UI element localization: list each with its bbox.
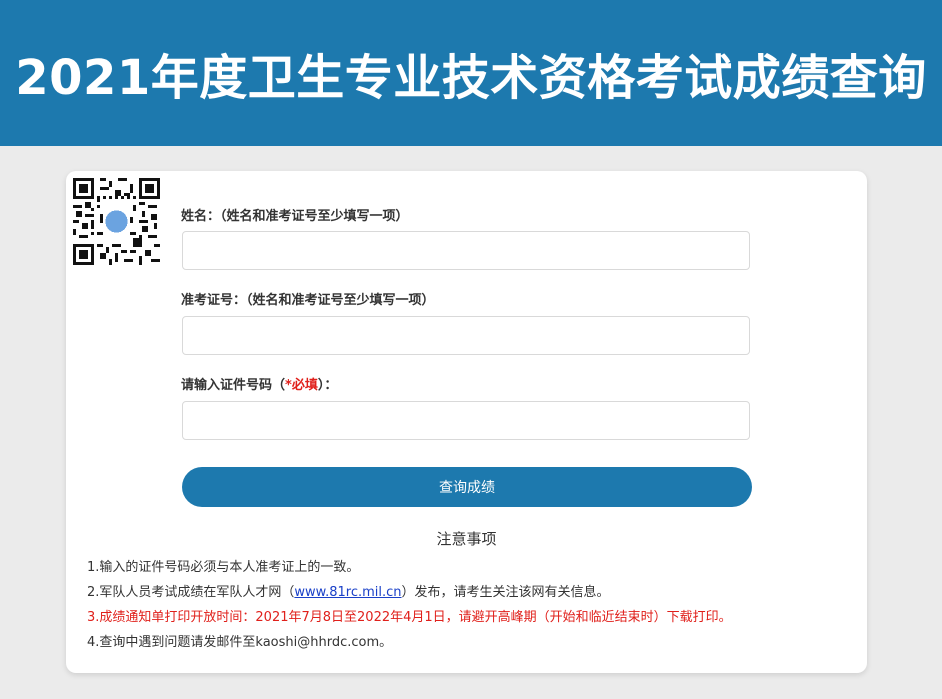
name-label: 姓名：（姓名和准考证号至少填写一项） (181, 209, 409, 224)
id-number-input[interactable] (182, 401, 750, 440)
notice-item-1: 1.输入的证件号码必须与本人准考证上的一致。 (87, 560, 360, 575)
id-number-label: 请输入证件号码（*必填）： (181, 374, 337, 393)
ticket-number-input[interactable] (182, 316, 750, 355)
page-header: 2021年度卫生专业技术资格考试成绩查询 (0, 0, 942, 146)
military-talent-link[interactable]: www.81rc.mil.cn (294, 585, 401, 600)
id-label-suffix: ）： (317, 378, 338, 393)
notice-item-2-prefix: 2.军队人员考试成绩在军队人才网（ (87, 585, 295, 600)
page-title: 2021年度卫生专业技术资格考试成绩查询 (15, 50, 927, 106)
query-score-button[interactable]: 查询成绩 (182, 467, 752, 507)
qr-code-image (73, 178, 160, 265)
qr-code-icon (73, 178, 160, 265)
notice-title: 注意事项 (436, 530, 497, 548)
notice-item-2: 2.军队人员考试成绩在军队人才网（www.81rc.mil.cn）发布，请考生关… (87, 581, 610, 600)
required-marker: *必填 (285, 378, 318, 393)
notice-item-4: 4.查询中遇到问题请发邮件至kaoshi@hhrdc.com。 (87, 635, 393, 650)
notice-item-3: 3.成绩通知单打印开放时间：2021年7月8日至2022年4月1日，请避开高峰期… (87, 610, 732, 625)
query-card: 姓名：（姓名和准考证号至少填写一项） 准考证号：（姓名和准考证号至少填写一项） … (66, 171, 867, 673)
name-input[interactable] (182, 231, 750, 270)
notice-item-2-suffix: ）发布，请考生关注该网有关信息。 (401, 585, 610, 600)
ticket-number-label: 准考证号：（姓名和准考证号至少填写一项） (181, 293, 435, 308)
id-label-prefix: 请输入证件号码（ (181, 378, 286, 393)
